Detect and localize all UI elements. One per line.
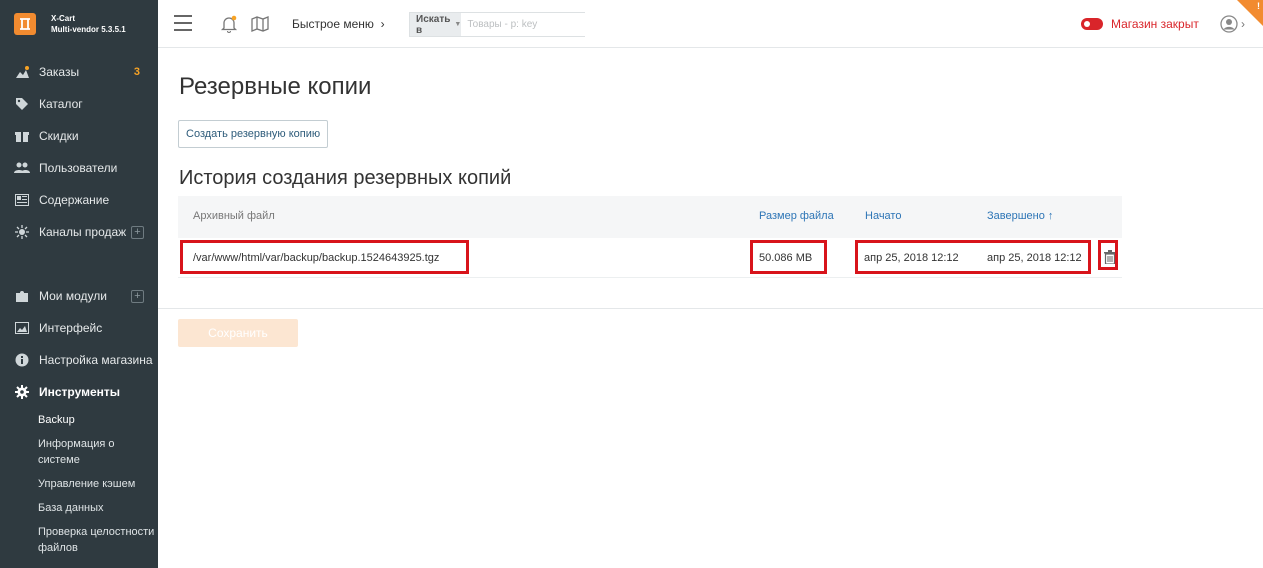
app-name: X-Cart Multi-vendor 5.3.5.1	[51, 13, 126, 35]
sidebar-nav: Заказы 3 Каталог Скидки Пользователи Сод…	[0, 56, 158, 560]
highlight-box-size	[750, 240, 827, 274]
sidebar: X-Cart Multi-vendor 5.3.5.1 Заказы 3 Кат…	[0, 0, 158, 568]
sidebar-subitem-integrity[interactable]: Проверка целостности файлов	[0, 520, 158, 560]
xcart-logo-icon	[14, 13, 36, 35]
backup-history-table: Архивный файл Размер файла Начато Заверш…	[178, 196, 1122, 278]
sidebar-item-label: Скидки	[39, 129, 79, 143]
info-icon	[14, 352, 30, 368]
highlight-box-file	[180, 240, 469, 274]
column-header-file: Архивный файл	[193, 210, 275, 222]
sidebar-subitem-database[interactable]: База данных	[0, 496, 158, 520]
app-title: X-Cart	[51, 14, 76, 23]
sidebar-item-store-settings[interactable]: Настройка магазина	[0, 344, 158, 376]
column-header-finished[interactable]: Завершено ↑	[987, 210, 1053, 222]
sidebar-item-content[interactable]: Содержание	[0, 184, 158, 216]
map-icon[interactable]	[251, 15, 269, 38]
image-icon	[14, 320, 30, 336]
sidebar-item-label: Пользователи	[39, 161, 118, 175]
expand-plus-icon[interactable]: +	[131, 225, 144, 239]
sidebar-item-discounts[interactable]: Скидки	[0, 120, 158, 152]
top-bar: Быстрое меню › Искать в ▼ Магазин закрыт…	[158, 0, 1263, 48]
divider	[158, 308, 1263, 309]
sidebar-item-catalog[interactable]: Каталог	[0, 88, 158, 120]
orders-icon	[14, 64, 30, 80]
sidebar-item-orders[interactable]: Заказы 3	[0, 56, 158, 88]
gift-icon	[14, 128, 30, 144]
save-button[interactable]: Сохранить	[178, 319, 298, 347]
store-status-toggle[interactable]: Магазин закрыт	[1081, 17, 1199, 31]
sidebar-item-label: Заказы	[39, 65, 80, 79]
sidebar-item-label: Настройка магазина	[39, 353, 153, 367]
page-title: Резервные копии	[179, 73, 372, 100]
users-icon	[14, 160, 30, 176]
column-header-size[interactable]: Размер файла	[759, 210, 834, 222]
sidebar-item-label: Каталог	[39, 97, 83, 111]
sidebar-item-sales-channels[interactable]: Каналы продаж +	[0, 216, 158, 248]
quick-menu-label: Быстрое меню	[292, 17, 374, 31]
caret-down-icon: ▼	[454, 21, 462, 28]
expand-plus-icon[interactable]: +	[131, 289, 144, 303]
highlight-box-delete	[1098, 240, 1118, 270]
sidebar-item-label: Содержание	[39, 193, 110, 207]
toggle-switch-icon	[1081, 18, 1103, 30]
sidebar-item-my-modules[interactable]: Мои модули +	[0, 280, 158, 312]
alert-icon: !	[1257, 1, 1260, 11]
puzzle-icon	[14, 288, 30, 304]
search-scope-select[interactable]: Искать в ▼	[410, 13, 462, 36]
table-header: Архивный файл Размер файла Начато Заверш…	[178, 196, 1122, 238]
sidebar-subitem-cache[interactable]: Управление кэшем	[0, 472, 158, 496]
sales-channels-icon	[14, 224, 30, 240]
hamburger-menu-icon[interactable]	[174, 15, 192, 31]
search-box: Искать в ▼	[409, 12, 600, 37]
gear-icon	[14, 384, 30, 400]
sidebar-item-label: Мои модули	[39, 289, 107, 303]
sidebar-item-label: Инструменты	[39, 385, 121, 399]
column-header-started[interactable]: Начато	[865, 210, 901, 222]
store-status-label: Магазин закрыт	[1111, 17, 1199, 31]
sidebar-item-tools[interactable]: Инструменты	[0, 376, 158, 408]
sidebar-item-label: Каналы продаж	[39, 225, 127, 239]
create-backup-button[interactable]: Создать резервную копию	[178, 120, 329, 148]
tag-icon	[14, 96, 30, 112]
bell-icon[interactable]	[220, 15, 238, 38]
sidebar-subitem-system-info[interactable]: Информация о системе	[0, 432, 158, 472]
sidebar-item-users[interactable]: Пользователи	[0, 152, 158, 184]
sidebar-item-interface[interactable]: Интерфейс	[0, 312, 158, 344]
history-title: История создания резервных копий	[179, 167, 512, 189]
app-version: Multi-vendor 5.3.5.1	[51, 25, 126, 34]
sidebar-item-label: Интерфейс	[39, 321, 103, 335]
chevron-right-icon: ›	[377, 17, 385, 31]
search-scope-label: Искать в	[416, 13, 451, 36]
user-avatar-icon	[1220, 15, 1238, 33]
main-content: Резервные копии Создать резервную копию …	[158, 49, 1263, 568]
quick-menu[interactable]: Быстрое меню ›	[292, 17, 385, 31]
search-input[interactable]	[461, 13, 600, 36]
highlight-box-dates	[855, 240, 1091, 274]
content-icon	[14, 192, 30, 208]
sidebar-subitem-backup[interactable]: Backup	[0, 408, 158, 432]
logo-area[interactable]: X-Cart Multi-vendor 5.3.5.1	[0, 0, 158, 48]
orders-count-badge: 3	[133, 66, 140, 78]
